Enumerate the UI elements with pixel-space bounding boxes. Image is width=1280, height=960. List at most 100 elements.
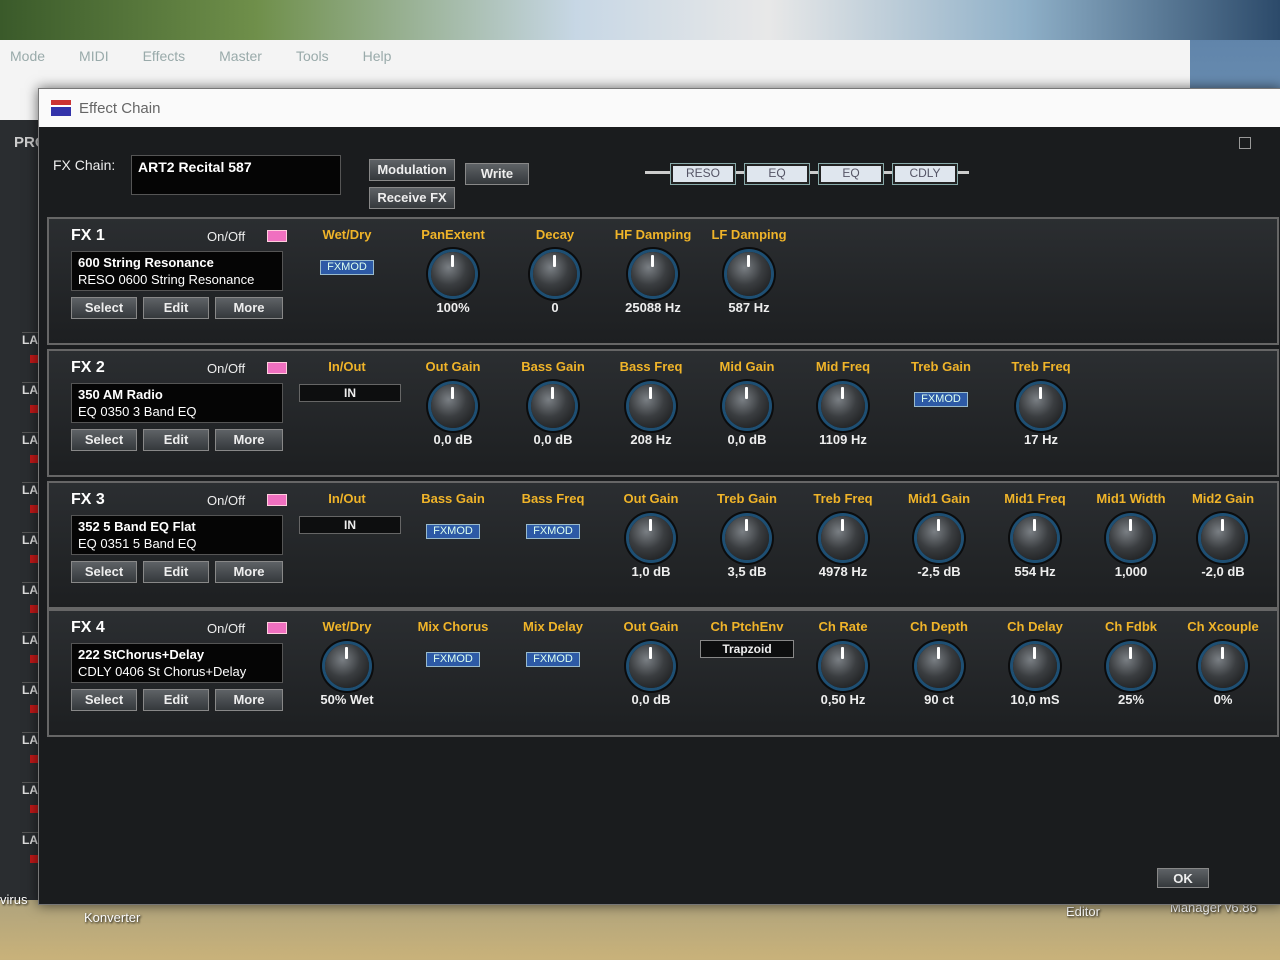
fx-chain-name-field[interactable]: ART2 Recital 587 [131, 155, 341, 195]
background-menubar: Mode MIDI Effects Master Tools Help [10, 48, 391, 64]
knob[interactable] [917, 516, 961, 560]
fxmod-button[interactable]: FXMOD [320, 260, 374, 275]
chain-node-cdly[interactable]: CDLY [892, 163, 958, 185]
in-out-toggle[interactable]: IN [299, 384, 401, 402]
app-icon [51, 100, 71, 116]
algorithm-name: CDLY 0406 St Chorus+Delay [78, 664, 247, 679]
fx-slot-title: FX 2 [71, 359, 105, 376]
knob[interactable] [1201, 644, 1245, 688]
more-button[interactable]: More [215, 561, 283, 583]
background-layer-label: LA [22, 783, 38, 797]
knob[interactable] [725, 516, 769, 560]
titlebar: Effect Chain [39, 89, 1280, 127]
param-label: Treb Gain [717, 491, 777, 506]
fxmod-button[interactable]: FXMOD [526, 652, 580, 667]
param-label: Out Gain [425, 359, 481, 374]
param-treb-gain: Treb Gain 3,5 dB [699, 491, 795, 579]
receive-fx-button[interactable]: Receive FX [369, 187, 455, 209]
desktop-icon-label[interactable]: Konverter [84, 910, 140, 925]
knob[interactable] [821, 644, 865, 688]
onoff-label: On/Off [207, 361, 246, 376]
select-button[interactable]: Select [71, 689, 137, 711]
preset-name: 600 String Resonance [78, 255, 214, 270]
param-ch-xcouple: Ch Xcouple 0% [1175, 619, 1271, 707]
knob[interactable] [1109, 644, 1153, 688]
param-label: Mix Delay [523, 619, 583, 634]
edit-button[interactable]: Edit [143, 689, 209, 711]
onoff-toggle[interactable] [267, 362, 287, 374]
onoff-label: On/Off [207, 229, 246, 244]
more-button[interactable]: More [215, 689, 283, 711]
knob[interactable] [325, 644, 369, 688]
knob[interactable] [431, 252, 475, 296]
param-label: Wet/Dry [322, 227, 372, 242]
knob[interactable] [629, 644, 673, 688]
knob[interactable] [821, 384, 865, 428]
modulation-button[interactable]: Modulation [369, 159, 455, 181]
param-value: 1,000 [1114, 564, 1148, 579]
param-value: 10,0 mS [1010, 692, 1060, 707]
preset-display[interactable]: 600 String Resonance RESO 0600 String Res… [71, 251, 283, 291]
fxmod-button[interactable]: FXMOD [426, 524, 480, 539]
in-out-toggle[interactable]: IN [299, 516, 401, 534]
edit-button[interactable]: Edit [143, 297, 209, 319]
edit-button[interactable]: Edit [143, 429, 209, 451]
param-value: 17 Hz [1024, 432, 1058, 447]
fx-slot-3: FX 3 On/Off 352 5 Band EQ Flat EQ 0351 5 Ba… [47, 481, 1279, 609]
knob[interactable] [431, 384, 475, 428]
more-button[interactable]: More [215, 429, 283, 451]
desktop-background [0, 0, 1280, 40]
knob[interactable] [533, 252, 577, 296]
fx-slot-4: FX 4 On/Off 222 StChorus+Delay CDLY 0406 St… [47, 609, 1279, 737]
chain-node-eq[interactable]: EQ [818, 163, 884, 185]
background-layer-label: LA [22, 533, 38, 547]
preset-display[interactable]: 350 AM Radio EQ 0350 3 Band EQ [71, 383, 283, 423]
more-button[interactable]: More [215, 297, 283, 319]
chain-node-eq[interactable]: EQ [744, 163, 810, 185]
fxmod-button[interactable]: FXMOD [914, 392, 968, 407]
param-label: Bass Freq [521, 491, 585, 506]
knob[interactable] [1013, 516, 1057, 560]
knob[interactable] [1019, 384, 1063, 428]
write-button[interactable]: Write [465, 163, 529, 185]
knob[interactable] [1013, 644, 1057, 688]
chain-node-reso[interactable]: RESO [670, 163, 736, 185]
ok-button[interactable]: OK [1157, 868, 1209, 888]
knob[interactable] [1201, 516, 1245, 560]
param-treb-freq: Treb Freq 4978 Hz [795, 491, 891, 579]
edit-button[interactable]: Edit [143, 561, 209, 583]
param-value: 208 Hz [630, 432, 672, 447]
knob[interactable] [531, 384, 575, 428]
knob[interactable] [821, 516, 865, 560]
desktop-icon-label[interactable]: virus [0, 892, 27, 907]
param-value: 0,0 dB [631, 692, 671, 707]
fxmod-button[interactable]: FXMOD [526, 524, 580, 539]
select-button[interactable]: Select [71, 429, 137, 451]
knob[interactable] [629, 516, 673, 560]
background-layer-label: LA [22, 383, 38, 397]
param-value: 0,0 dB [533, 432, 573, 447]
preset-display[interactable]: 222 StChorus+Delay CDLY 0406 St Chorus+De… [71, 643, 283, 683]
preset-name: 352 5 Band EQ Flat [78, 519, 196, 534]
param-out-gain: Out Gain 0,0 dB [603, 619, 699, 707]
param-label: LF Damping [711, 227, 787, 242]
param-value: 0% [1213, 692, 1233, 707]
select-button[interactable]: Select [71, 297, 137, 319]
preset-display[interactable]: 352 5 Band EQ Flat EQ 0351 5 Band EQ [71, 515, 283, 555]
knob[interactable] [917, 644, 961, 688]
knob[interactable] [725, 384, 769, 428]
fxmod-button[interactable]: FXMOD [426, 652, 480, 667]
knob[interactable] [631, 252, 675, 296]
onoff-toggle[interactable] [267, 494, 287, 506]
onoff-toggle[interactable] [267, 230, 287, 242]
knob[interactable] [1109, 516, 1153, 560]
knob[interactable] [727, 252, 771, 296]
ptchenv-select[interactable]: Trapzoid [700, 640, 794, 658]
param-value: 1109 Hz [819, 432, 867, 447]
select-button[interactable]: Select [71, 561, 137, 583]
knob[interactable] [629, 384, 673, 428]
preset-name: 350 AM Radio [78, 387, 163, 402]
onoff-toggle[interactable] [267, 622, 287, 634]
background-layer-label: LA [22, 633, 38, 647]
desktop-icon-label[interactable]: Editor [1066, 904, 1100, 919]
